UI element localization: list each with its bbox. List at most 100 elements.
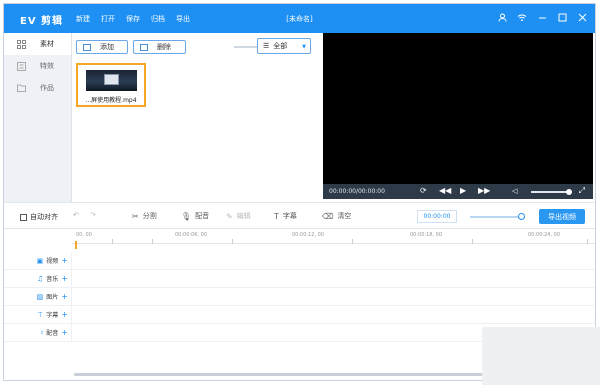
add-media-label: 添加 — [100, 43, 114, 51]
music-icon: ♫ — [37, 274, 44, 283]
filter-value: 全部 — [273, 42, 288, 50]
mic-icon: ♮ — [40, 328, 44, 337]
volume-icon[interactable]: ◁ — [512, 186, 517, 196]
add-track-item-button[interactable]: + — [61, 328, 68, 337]
tick-mark — [112, 239, 113, 244]
scissors-icon: ✂ — [132, 211, 139, 221]
tick-label: 00:00:06, 00 — [175, 232, 207, 238]
app-window: EV 剪辑 新建 打开 保存 归档 导出 [未命名] 素材 特效 作品 添加 删… — [3, 3, 596, 381]
media-item[interactable]: ...屏使用教程.mp4 — [76, 63, 146, 107]
fast-forward-icon[interactable]: ▶▶ — [478, 186, 490, 196]
side-nav: 素材 特效 作品 — [4, 33, 72, 202]
timeline-zoom-slider[interactable] — [470, 213, 525, 220]
playhead[interactable] — [75, 241, 77, 249]
grid-icon — [17, 39, 26, 49]
dub-button[interactable]: 🎙 配音 — [181, 211, 209, 221]
redo-icon[interactable]: ↷ — [90, 211, 96, 219]
video-preview — [323, 33, 593, 199]
delete-media-label: 删除 — [157, 43, 171, 51]
text-icon: ⊤ — [37, 310, 44, 319]
text-icon: T — [274, 211, 279, 221]
track-header: ▣ 视频 + — [4, 252, 72, 269]
checkbox-box[interactable] — [20, 213, 27, 221]
track-label: 配音 — [46, 330, 59, 337]
subtitle-button[interactable]: T 字幕 — [274, 211, 297, 221]
add-track-item-button[interactable]: + — [61, 310, 68, 319]
tick-label: 00, 00 — [76, 232, 92, 238]
edit-button[interactable]: ✎ 编辑 — [226, 211, 251, 221]
export-video-button[interactable]: 导出视频 — [539, 209, 585, 224]
tick-mark — [232, 239, 233, 244]
tick-mark — [587, 239, 588, 244]
clear-label: 清空 — [337, 212, 352, 220]
add-folder-icon — [83, 43, 91, 51]
edit-label: 编辑 — [236, 212, 251, 220]
maximize-icon[interactable] — [557, 12, 567, 22]
user-icon[interactable] — [497, 12, 507, 22]
track-image[interactable]: ▨ 图片 + — [4, 288, 595, 306]
position-timecode[interactable]: 00:00:00 — [417, 210, 457, 223]
folder-icon — [17, 84, 26, 93]
tick-label: 00:00:18, 00 — [410, 232, 442, 238]
watermark-overlay — [482, 327, 600, 385]
delete-media-button[interactable]: 删除 — [133, 40, 186, 54]
track-header: ♫ 音乐 + — [4, 270, 72, 287]
timeline-scrollbar[interactable] — [74, 373, 514, 376]
track-label: 音乐 — [46, 276, 59, 283]
auto-align-checkbox[interactable]: 自动对齐 — [20, 212, 58, 222]
window-controls — [497, 12, 587, 22]
undo-icon[interactable]: ↶ — [73, 211, 79, 219]
title-bar: EV 剪辑 新建 打开 保存 归档 导出 [未命名] — [4, 4, 595, 33]
nav-item-effects[interactable]: 特效 — [4, 55, 71, 77]
track-label: 图片 — [46, 294, 59, 301]
eraser-icon: ⌫ — [322, 211, 334, 221]
thumbnail-screen — [104, 74, 119, 85]
tick-label: 00:00:24, 00 — [528, 232, 560, 238]
rewind-icon[interactable]: ◀◀ — [439, 186, 451, 196]
add-track-item-button[interactable]: + — [61, 292, 68, 301]
filter-select[interactable]: ☰ 全部 ▼ — [257, 38, 311, 54]
wifi-icon[interactable] — [517, 12, 527, 22]
track-video[interactable]: ▣ 视频 + — [4, 252, 595, 270]
fullscreen-icon[interactable]: ⤢ — [579, 186, 585, 196]
pencil-icon: ✎ — [226, 211, 233, 221]
add-track-item-button[interactable]: + — [61, 256, 68, 265]
track-label: 字幕 — [46, 312, 59, 319]
split-button[interactable]: ✂ 分割 — [132, 211, 157, 221]
close-icon[interactable] — [577, 12, 587, 22]
media-file-name: ...屏使用教程.mp4 — [85, 97, 137, 104]
add-track-item-button[interactable]: + — [61, 274, 68, 283]
tick-mark — [472, 239, 473, 244]
track-subtitle[interactable]: ⊤ 字幕 + — [4, 306, 595, 324]
nav-item-label: 特效 — [40, 62, 54, 70]
track-header: ⊤ 字幕 + — [4, 306, 72, 323]
video-thumbnail — [86, 70, 137, 91]
nav-item-label: 素材 — [40, 40, 54, 48]
nav-item-material[interactable]: 素材 — [4, 33, 71, 55]
add-media-button[interactable]: 添加 — [76, 40, 128, 54]
nav-item-label: 作品 — [40, 84, 54, 92]
loop-icon[interactable]: ⟳ — [420, 186, 427, 196]
tick-label: 00:00:12, 00 — [292, 232, 324, 238]
subtitle-label: 字幕 — [282, 212, 297, 220]
track-music[interactable]: ♫ 音乐 + — [4, 270, 595, 288]
volume-slider[interactable] — [531, 189, 572, 195]
list-icon: ☰ — [263, 42, 270, 50]
clear-button[interactable]: ⌫ 清空 — [322, 211, 351, 221]
mic-icon: 🎙 — [181, 211, 192, 221]
image-icon: ▨ — [36, 292, 44, 301]
effects-icon — [17, 61, 26, 71]
auto-align-label: 自动对齐 — [30, 213, 58, 221]
volume-knob[interactable] — [566, 189, 572, 195]
zoom-knob[interactable] — [518, 213, 525, 220]
track-header: ▨ 图片 + — [4, 288, 72, 305]
tick-mark — [352, 239, 353, 244]
timeline-ruler[interactable]: 00, 00 00:00:06, 00 00:00:12, 00 00:00:1… — [72, 230, 595, 244]
nav-item-works[interactable]: 作品 — [4, 77, 71, 99]
play-icon[interactable]: ▶ — [460, 186, 466, 196]
track-label: 视频 — [46, 258, 59, 265]
minimize-icon[interactable] — [537, 12, 547, 22]
trash-icon — [140, 43, 148, 51]
tick-mark — [152, 239, 153, 244]
edit-toolbar: 自动对齐 ↶ ↷ ✂ 分割 🎙 配音 ✎ 编辑 T 字幕 ⌫ 清空 00:00:… — [4, 202, 595, 229]
